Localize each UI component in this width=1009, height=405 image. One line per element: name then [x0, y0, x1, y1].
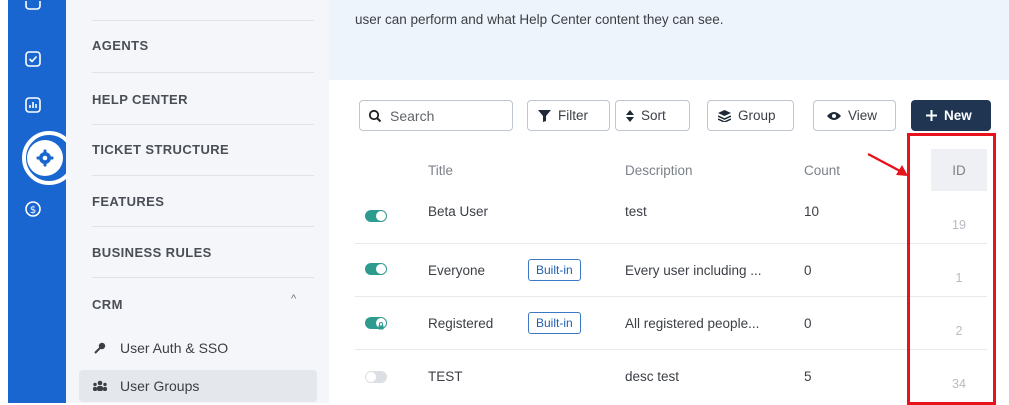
- table-row[interactable]: TEST desc test 5 34: [355, 350, 987, 403]
- filter-button[interactable]: Filter: [527, 100, 610, 131]
- info-banner: user can perform and what Help Center co…: [329, 0, 1009, 80]
- group-count: 5: [804, 368, 812, 384]
- enabled-toggle[interactable]: [365, 210, 387, 222]
- sidebar-item-user-groups[interactable]: User Groups: [79, 370, 317, 402]
- group-description: test: [625, 203, 647, 219]
- search-input[interactable]: Search: [359, 100, 513, 131]
- group-title: Everyone: [428, 262, 486, 278]
- built-in-badge: Built-in: [528, 259, 581, 281]
- divider: [92, 124, 314, 125]
- divider: [92, 226, 314, 227]
- divider: [92, 20, 314, 21]
- sort-icon: [626, 109, 634, 122]
- arrow-icon: [867, 152, 908, 176]
- filter-label: Filter: [558, 108, 588, 123]
- group-title: Beta User: [428, 203, 489, 219]
- layers-icon: [718, 109, 731, 122]
- enabled-toggle[interactable]: [365, 371, 387, 383]
- rail-gutter: [0, 0, 8, 403]
- enabled-toggle[interactable]: [365, 263, 387, 275]
- sidebar-item-user-auth-sso[interactable]: User Auth & SSO: [92, 332, 314, 364]
- sidebar-item-label: User Auth & SSO: [120, 340, 229, 356]
- sidebar-section-crm[interactable]: CRM: [92, 289, 312, 319]
- table-row[interactable]: Beta User test 10 19: [355, 191, 987, 244]
- divider: [92, 72, 314, 73]
- sidebar-section-help-center[interactable]: HELP CENTER: [92, 84, 312, 114]
- check-square-icon[interactable]: [22, 48, 44, 70]
- svg-text:$: $: [30, 205, 36, 216]
- sidebar-section-features[interactable]: FEATURES: [92, 186, 312, 216]
- group-button[interactable]: Group: [707, 100, 794, 131]
- column-count[interactable]: Count: [804, 149, 840, 191]
- table-row[interactable]: Everyone Built-in Every user including .…: [355, 244, 987, 297]
- dollar-icon[interactable]: $: [22, 198, 44, 220]
- new-button[interactable]: New: [911, 100, 991, 131]
- highlight-box: [907, 133, 996, 405]
- group-count: 10: [804, 203, 820, 219]
- enabled-toggle: [365, 317, 387, 330]
- chat-icon[interactable]: [22, 0, 44, 22]
- filter-icon: [538, 109, 551, 122]
- settings-sidebar: AGENTS HELP CENTER TICKET STRUCTURE FEAT…: [66, 0, 329, 403]
- group-count: 0: [804, 262, 812, 278]
- new-label: New: [944, 108, 972, 123]
- plus-icon: [926, 110, 937, 121]
- search-placeholder: Search: [390, 107, 435, 124]
- group-count: 0: [804, 315, 812, 331]
- group-label: Group: [738, 108, 776, 123]
- view-label: View: [848, 108, 878, 123]
- built-in-badge: Built-in: [528, 312, 581, 334]
- sidebar-item-label: User Groups: [120, 378, 200, 394]
- lock-icon: [376, 318, 386, 330]
- eye-icon: [827, 111, 841, 121]
- group-description: desc test: [625, 368, 680, 384]
- search-icon: [368, 109, 382, 123]
- sidebar-section-ticket-structure[interactable]: TICKET STRUCTURE: [92, 134, 312, 164]
- group-title: Registered: [428, 315, 494, 331]
- key-icon: [92, 341, 108, 355]
- divider: [92, 277, 314, 278]
- divider: [92, 175, 314, 176]
- chevron-up-icon[interactable]: ^: [291, 293, 296, 305]
- gear-icon[interactable]: [27, 140, 63, 176]
- sidebar-section-agents[interactable]: AGENTS: [92, 30, 312, 60]
- column-title[interactable]: Title: [428, 149, 453, 191]
- group-description: All registered people...: [625, 315, 760, 331]
- group-description: Every user including ...: [625, 262, 762, 278]
- chart-icon[interactable]: [22, 94, 44, 116]
- table-row[interactable]: Registered Built-in All registered peopl…: [355, 297, 987, 350]
- banner-text: user can perform and what Help Center co…: [355, 12, 724, 27]
- sort-label: Sort: [641, 108, 666, 123]
- sort-button[interactable]: Sort: [615, 100, 690, 131]
- sidebar-section-business-rules[interactable]: BUSINESS RULES: [92, 237, 312, 267]
- column-description[interactable]: Description: [625, 149, 693, 191]
- view-button[interactable]: View: [813, 100, 896, 131]
- group-title: TEST: [428, 368, 463, 384]
- users-icon: [92, 379, 108, 393]
